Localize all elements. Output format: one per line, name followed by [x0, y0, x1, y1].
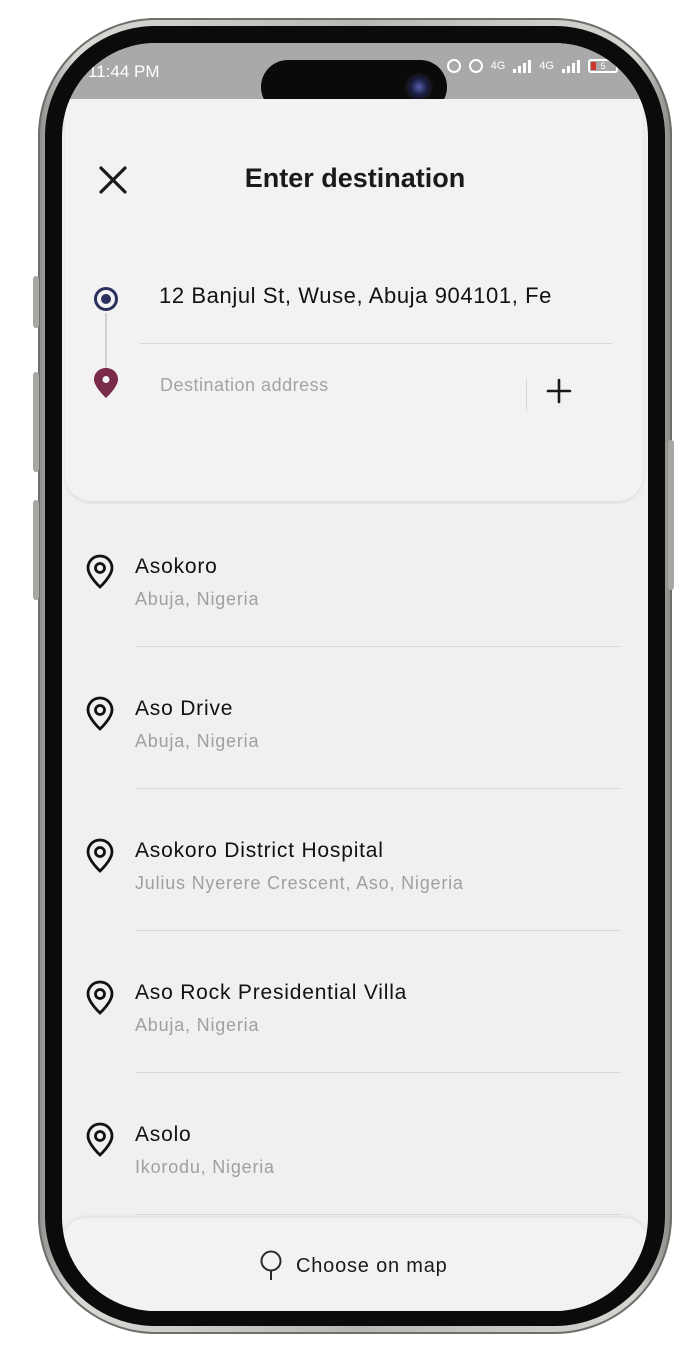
side-button-left-2 — [33, 372, 39, 472]
signal-2-icon — [562, 59, 580, 73]
suggestion-item[interactable]: Asokoro District Hospital Julius Nyerere… — [62, 789, 648, 931]
status-time: 11:44 PM — [88, 62, 160, 81]
side-button-left-3 — [33, 500, 39, 600]
add-stop-button[interactable] — [544, 376, 574, 406]
suggestion-subtitle: Ikorodu, Nigeria — [135, 1157, 275, 1177]
location-pin-icon — [84, 553, 116, 595]
page-title: Enter destination — [244, 163, 466, 193]
app-screen: 11:44 PM 4G 4G 5 Enter destination 12 Ba… — [62, 43, 648, 1311]
suggestion-item[interactable]: Asokoro Abuja, Nigeria — [62, 505, 648, 647]
list-divider — [135, 1214, 621, 1215]
choose-on-map-label: Choose on map — [296, 1254, 448, 1277]
suggestion-title: Asolo — [135, 1123, 192, 1146]
choose-on-map-button[interactable]: Choose on map — [258, 1250, 448, 1282]
location-status-icon — [446, 59, 461, 73]
suggestion-item[interactable]: Asolo Ikorodu, Nigeria — [62, 1073, 648, 1215]
location-pin-icon — [84, 695, 116, 737]
alarm-icon — [468, 59, 483, 73]
battery-icon: 5 — [588, 59, 618, 73]
suggestion-title: Aso Drive — [135, 697, 234, 720]
suggestion-subtitle: Abuja, Nigeria — [135, 731, 260, 751]
camera-icon — [405, 73, 433, 101]
suggestion-subtitle: Abuja, Nigeria — [135, 589, 260, 609]
plus-icon — [546, 378, 572, 404]
suggestion-title: Aso Rock Presidential Villa — [135, 981, 408, 1004]
destination-address-input[interactable] — [158, 367, 522, 403]
side-button-right — [668, 440, 674, 590]
input-separator — [526, 379, 527, 411]
status-icons: 4G 4G 5 — [446, 59, 618, 73]
suggestion-item[interactable]: Aso Drive Abuja, Nigeria — [62, 647, 648, 789]
signal-1-icon — [513, 59, 532, 73]
bottom-bar: Choose on map — [62, 1218, 648, 1311]
route-connector-line — [105, 313, 107, 369]
network-type-1: 4G — [490, 60, 506, 72]
suggestion-subtitle: Julius Nyerere Crescent, Aso, Nigeria — [135, 873, 464, 893]
battery-level: 5 — [600, 61, 606, 71]
route-divider — [140, 343, 612, 344]
suggestion-subtitle: Abuja, Nigeria — [135, 1015, 260, 1035]
destination-pin-icon — [93, 367, 119, 403]
origin-address-field[interactable]: 12 Banjul St, Wuse, Abuja 904101, Fe — [159, 283, 599, 309]
battery-fill — [591, 62, 596, 70]
side-button-left-1 — [33, 276, 39, 328]
location-pin-icon — [84, 837, 116, 879]
suggestions-list: Asokoro Abuja, Nigeria Aso Drive Abuja, … — [62, 505, 648, 1215]
suggestion-title: Asokoro — [135, 555, 218, 578]
suggestion-item[interactable]: Aso Rock Presidential Villa Abuja, Niger… — [62, 931, 648, 1073]
map-pin-outline-icon — [260, 1250, 282, 1280]
origin-dot-icon — [94, 287, 118, 311]
network-type-2: 4G — [539, 60, 554, 72]
suggestion-title: Asokoro District Hospital — [135, 839, 384, 862]
location-pin-icon — [84, 1121, 116, 1163]
location-pin-icon — [84, 979, 116, 1021]
